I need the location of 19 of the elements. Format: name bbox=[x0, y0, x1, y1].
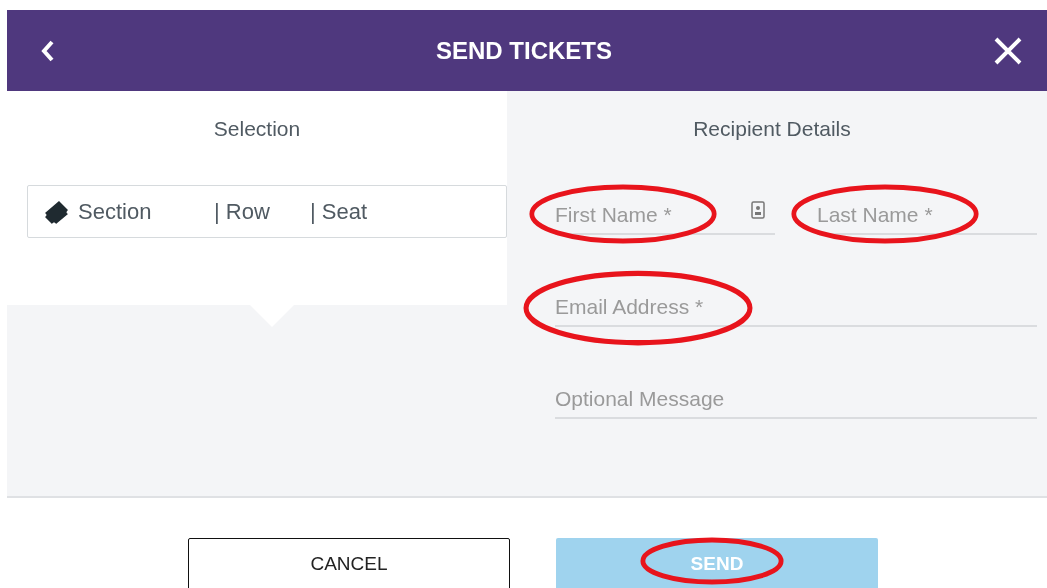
action-button[interactable]: CANCEL bbox=[188, 538, 510, 588]
back-icon[interactable] bbox=[41, 39, 55, 62]
field-placeholder: Optional Message bbox=[555, 387, 725, 411]
contact-card-icon[interactable] bbox=[751, 201, 765, 219]
text-field[interactable]: Email Address * bbox=[555, 279, 1037, 327]
panel-title: Selection bbox=[213, 117, 301, 141]
row-label: | Row bbox=[214, 198, 271, 225]
seat-label: | Seat bbox=[310, 198, 368, 225]
close-icon[interactable] bbox=[993, 35, 1023, 66]
section-label: Section bbox=[78, 198, 153, 225]
text-field[interactable]: First Name * bbox=[555, 187, 775, 235]
field-placeholder: Email Address * bbox=[555, 295, 704, 319]
ticket-icon bbox=[44, 198, 70, 225]
dialog-title: SEND TICKETS bbox=[436, 36, 612, 65]
panel-title: Recipient Details bbox=[693, 117, 851, 141]
field-placeholder: Last Name * bbox=[817, 203, 933, 227]
text-field[interactable]: Last Name * bbox=[817, 187, 1037, 235]
text-field[interactable]: Optional Message bbox=[555, 371, 1037, 419]
field-placeholder: First Name * bbox=[555, 203, 672, 227]
